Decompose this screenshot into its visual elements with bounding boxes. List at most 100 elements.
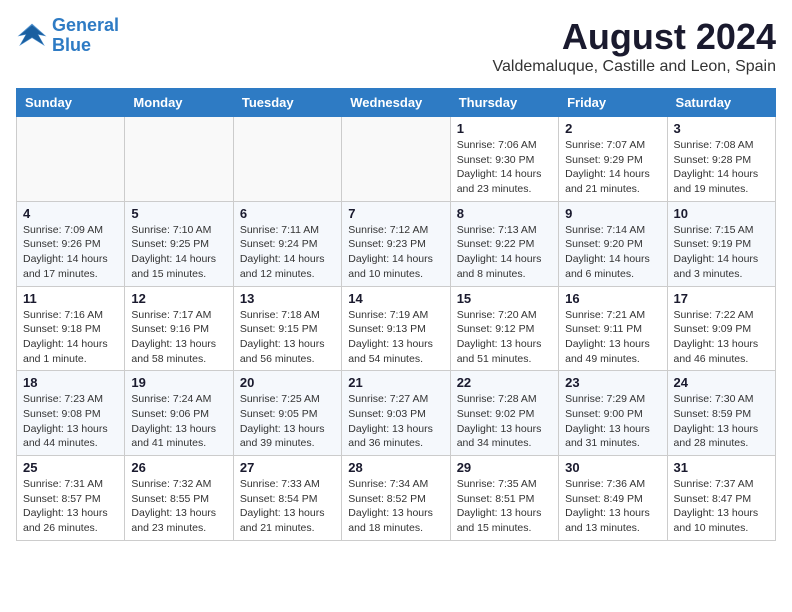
- day-number: 10: [674, 206, 769, 221]
- table-row: 23 Sunrise: 7:29 AM Sunset: 9:00 PM Dayli…: [559, 371, 667, 456]
- table-row: 6Sunrise: 7:11 AM Sunset: 9:24 PM Daylig…: [233, 201, 341, 286]
- day-number: 23: [565, 375, 660, 390]
- day-number: 13: [240, 291, 335, 306]
- table-row: 29 Sunrise: 7:35 AM Sunset: 8:51 PM Dayli…: [450, 456, 558, 541]
- day-info: Sunrise: 7:33 AM Sunset: 8:54 PM Dayligh…: [240, 477, 335, 536]
- table-row: 12Sunrise: 7:17 AM Sunset: 9:16 PM Dayli…: [125, 286, 233, 371]
- day-number: 16: [565, 291, 660, 306]
- logo-icon: [16, 22, 48, 50]
- day-info: Sunrise: 7:36 AM Sunset: 8:49 PM Dayligh…: [565, 477, 660, 536]
- calendar-week-row: 11 Sunrise: 7:16 AM Sunset: 9:18 PM Dayli…: [17, 286, 776, 371]
- location-title: Valdemaluque, Castille and Leon, Spain: [493, 58, 776, 76]
- day-number: 5: [131, 206, 226, 221]
- logo-text: General Blue: [52, 16, 119, 56]
- day-info: Sunrise: 7:16 AM Sunset: 9:18 PM Dayligh…: [23, 308, 118, 367]
- table-row: [125, 117, 233, 202]
- day-number: 25: [23, 460, 118, 475]
- day-number: 7: [348, 206, 443, 221]
- day-info: Sunrise: 7:15 AM Sunset: 9:19 PM Dayligh…: [674, 223, 769, 282]
- table-row: 14 Sunrise: 7:19 AM Sunset: 9:13 PM Dayli…: [342, 286, 450, 371]
- day-info: Sunrise: 7:25 AM Sunset: 9:05 PM Dayligh…: [240, 392, 335, 451]
- day-info: Sunrise: 7:17 AM Sunset: 9:16 PM Dayligh…: [131, 308, 226, 367]
- day-info: Sunrise: 7:28 AM Sunset: 9:02 PM Dayligh…: [457, 392, 552, 451]
- header-wednesday: Wednesday: [342, 89, 450, 117]
- day-info: Sunrise: 7:24 AM Sunset: 9:06 PM Dayligh…: [131, 392, 226, 451]
- day-info: Sunrise: 7:13 AM Sunset: 9:22 PM Dayligh…: [457, 223, 552, 282]
- day-info: Sunrise: 7:10 AM Sunset: 9:25 PM Dayligh…: [131, 223, 226, 282]
- day-info: Sunrise: 7:18 AM Sunset: 9:15 PM Dayligh…: [240, 308, 335, 367]
- day-number: 27: [240, 460, 335, 475]
- logo-line1: General: [52, 15, 119, 35]
- table-row: 22 Sunrise: 7:28 AM Sunset: 9:02 PM Dayli…: [450, 371, 558, 456]
- table-row: 20 Sunrise: 7:25 AM Sunset: 9:05 PM Dayli…: [233, 371, 341, 456]
- calendar-table: Sunday Monday Tuesday Wednesday Thursday…: [16, 88, 776, 541]
- table-row: 10 Sunrise: 7:15 AM Sunset: 9:19 PM Dayli…: [667, 201, 775, 286]
- month-title: August 2024: [493, 16, 776, 58]
- day-number: 29: [457, 460, 552, 475]
- day-info: Sunrise: 7:22 AM Sunset: 9:09 PM Dayligh…: [674, 308, 769, 367]
- day-info: Sunrise: 7:30 AM Sunset: 8:59 PM Dayligh…: [674, 392, 769, 451]
- day-info: Sunrise: 7:32 AM Sunset: 8:55 PM Dayligh…: [131, 477, 226, 536]
- table-row: 25 Sunrise: 7:31 AM Sunset: 8:57 PM Dayli…: [17, 456, 125, 541]
- day-info: Sunrise: 7:19 AM Sunset: 9:13 PM Dayligh…: [348, 308, 443, 367]
- day-number: 26: [131, 460, 226, 475]
- day-number: 14: [348, 291, 443, 306]
- table-row: 13 Sunrise: 7:18 AM Sunset: 9:15 PM Dayli…: [233, 286, 341, 371]
- calendar-week-row: 4Sunrise: 7:09 AM Sunset: 9:26 PM Daylig…: [17, 201, 776, 286]
- day-number: 31: [674, 460, 769, 475]
- day-number: 3: [674, 121, 769, 136]
- title-block: August 2024 Valdemaluque, Castille and L…: [493, 16, 776, 76]
- day-number: 22: [457, 375, 552, 390]
- calendar-week-row: 18Sunrise: 7:23 AM Sunset: 9:08 PM Dayli…: [17, 371, 776, 456]
- table-row: [342, 117, 450, 202]
- table-row: 11 Sunrise: 7:16 AM Sunset: 9:18 PM Dayli…: [17, 286, 125, 371]
- day-number: 20: [240, 375, 335, 390]
- header-sunday: Sunday: [17, 89, 125, 117]
- day-info: Sunrise: 7:07 AM Sunset: 9:29 PM Dayligh…: [565, 138, 660, 197]
- table-row: 24 Sunrise: 7:30 AM Sunset: 8:59 PM Dayli…: [667, 371, 775, 456]
- day-number: 1: [457, 121, 552, 136]
- day-number: 30: [565, 460, 660, 475]
- header-saturday: Saturday: [667, 89, 775, 117]
- day-info: Sunrise: 7:37 AM Sunset: 8:47 PM Dayligh…: [674, 477, 769, 536]
- table-row: 26 Sunrise: 7:32 AM Sunset: 8:55 PM Dayli…: [125, 456, 233, 541]
- day-number: 17: [674, 291, 769, 306]
- day-info: Sunrise: 7:27 AM Sunset: 9:03 PM Dayligh…: [348, 392, 443, 451]
- day-number: 11: [23, 291, 118, 306]
- page-header: General Blue August 2024 Valdemaluque, C…: [16, 16, 776, 76]
- table-row: 5 Sunrise: 7:10 AM Sunset: 9:25 PM Daylig…: [125, 201, 233, 286]
- day-number: 15: [457, 291, 552, 306]
- table-row: 19Sunrise: 7:24 AM Sunset: 9:06 PM Dayli…: [125, 371, 233, 456]
- calendar-week-row: 25 Sunrise: 7:31 AM Sunset: 8:57 PM Dayli…: [17, 456, 776, 541]
- day-number: 24: [674, 375, 769, 390]
- day-info: Sunrise: 7:34 AM Sunset: 8:52 PM Dayligh…: [348, 477, 443, 536]
- calendar-week-row: 1 Sunrise: 7:06 AM Sunset: 9:30 PM Daylig…: [17, 117, 776, 202]
- table-row: 18Sunrise: 7:23 AM Sunset: 9:08 PM Dayli…: [17, 371, 125, 456]
- table-row: 17 Sunrise: 7:22 AM Sunset: 9:09 PM Dayli…: [667, 286, 775, 371]
- table-row: 16 Sunrise: 7:21 AM Sunset: 9:11 PM Dayli…: [559, 286, 667, 371]
- day-info: Sunrise: 7:09 AM Sunset: 9:26 PM Dayligh…: [23, 223, 118, 282]
- header-friday: Friday: [559, 89, 667, 117]
- day-number: 18: [23, 375, 118, 390]
- day-info: Sunrise: 7:29 AM Sunset: 9:00 PM Dayligh…: [565, 392, 660, 451]
- day-info: Sunrise: 7:21 AM Sunset: 9:11 PM Dayligh…: [565, 308, 660, 367]
- table-row: 21Sunrise: 7:27 AM Sunset: 9:03 PM Dayli…: [342, 371, 450, 456]
- calendar-header-row: Sunday Monday Tuesday Wednesday Thursday…: [17, 89, 776, 117]
- table-row: 31 Sunrise: 7:37 AM Sunset: 8:47 PM Dayli…: [667, 456, 775, 541]
- day-number: 9: [565, 206, 660, 221]
- header-tuesday: Tuesday: [233, 89, 341, 117]
- day-info: Sunrise: 7:35 AM Sunset: 8:51 PM Dayligh…: [457, 477, 552, 536]
- day-info: Sunrise: 7:08 AM Sunset: 9:28 PM Dayligh…: [674, 138, 769, 197]
- header-thursday: Thursday: [450, 89, 558, 117]
- table-row: [233, 117, 341, 202]
- day-info: Sunrise: 7:11 AM Sunset: 9:24 PM Dayligh…: [240, 223, 335, 282]
- table-row: 3 Sunrise: 7:08 AM Sunset: 9:28 PM Daylig…: [667, 117, 775, 202]
- day-info: Sunrise: 7:06 AM Sunset: 9:30 PM Dayligh…: [457, 138, 552, 197]
- table-row: 15Sunrise: 7:20 AM Sunset: 9:12 PM Dayli…: [450, 286, 558, 371]
- table-row: 8Sunrise: 7:13 AM Sunset: 9:22 PM Daylig…: [450, 201, 558, 286]
- day-info: Sunrise: 7:31 AM Sunset: 8:57 PM Dayligh…: [23, 477, 118, 536]
- day-info: Sunrise: 7:12 AM Sunset: 9:23 PM Dayligh…: [348, 223, 443, 282]
- table-row: 2Sunrise: 7:07 AM Sunset: 9:29 PM Daylig…: [559, 117, 667, 202]
- header-monday: Monday: [125, 89, 233, 117]
- logo: General Blue: [16, 16, 119, 56]
